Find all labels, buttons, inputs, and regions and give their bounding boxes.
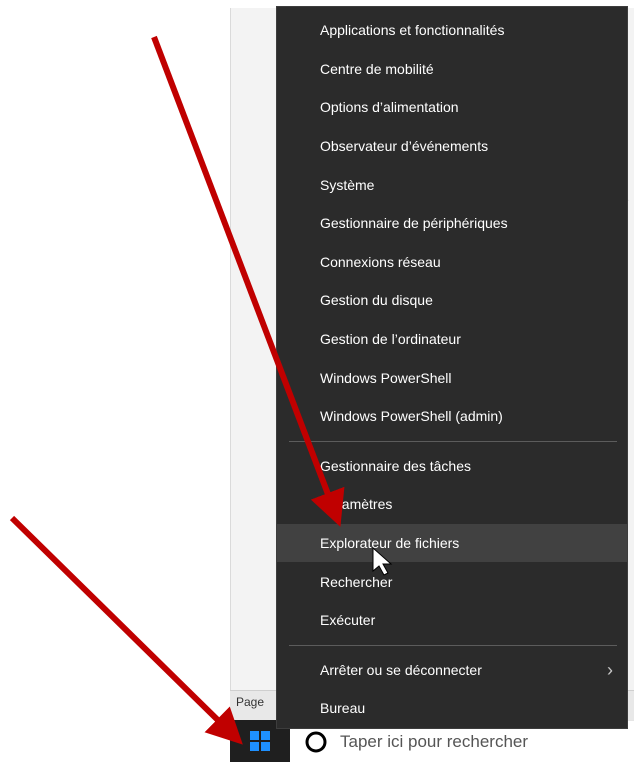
menu-item-label: Système: [320, 176, 375, 193]
menu-item-label: Gestion de l’ordinateur: [320, 331, 461, 348]
menu-item-event-viewer[interactable]: Observateur d’événements: [277, 127, 627, 166]
menu-item-label: Exécuter: [320, 612, 376, 629]
menu-item-powershell[interactable]: Windows PowerShell: [277, 358, 627, 397]
menu-item-label: Bureau: [320, 700, 366, 717]
menu-item-system[interactable]: Système: [277, 165, 627, 204]
menu-item-label: Paramètres: [320, 496, 393, 513]
menu-item-disk-management[interactable]: Gestion du disque: [277, 281, 627, 320]
status-page-label: Page: [236, 695, 265, 709]
menu-item-label: Centre de mobilité: [320, 60, 434, 77]
menu-item-task-manager[interactable]: Gestionnaire des tâches: [277, 447, 627, 486]
menu-item-search[interactable]: Rechercher: [277, 562, 627, 601]
menu-item-label: Gestionnaire des tâches: [320, 457, 471, 474]
chevron-right-icon: ›: [607, 659, 613, 680]
windows-logo-icon: [250, 731, 270, 751]
menu-item-device-manager[interactable]: Gestionnaire de périphériques: [277, 204, 627, 243]
menu-item-file-explorer[interactable]: Explorateur de fichiers: [277, 523, 627, 563]
search-placeholder: Taper ici pour rechercher: [340, 731, 529, 751]
menu-item-apps-features[interactable]: Applications et fonctionnalités: [277, 11, 627, 50]
menu-item-label: Gestion du disque: [320, 292, 433, 309]
menu-item-settings[interactable]: Paramètres: [277, 485, 627, 524]
power-user-context-menu: Applications et fonctionnalités Centre d…: [276, 6, 628, 729]
menu-item-shutdown-signout[interactable]: Arrêter ou se déconnecter ›: [277, 651, 627, 690]
menu-item-label: Applications et fonctionnalités: [320, 22, 505, 39]
menu-item-desktop[interactable]: Bureau: [277, 689, 627, 728]
menu-item-powershell-admin[interactable]: Windows PowerShell (admin): [277, 397, 627, 436]
menu-item-computer-management[interactable]: Gestion de l’ordinateur: [277, 320, 627, 359]
menu-item-label: Rechercher: [320, 573, 393, 590]
menu-separator: [289, 440, 617, 442]
search-circle-icon: [305, 731, 327, 752]
menu-item-network-connections[interactable]: Connexions réseau: [277, 243, 627, 282]
menu-item-label: Windows PowerShell (admin): [320, 408, 503, 425]
menu-item-label: Options d’alimentation: [320, 99, 459, 116]
menu-item-label: Windows PowerShell: [320, 369, 452, 386]
menu-item-label: Observateur d’événements: [320, 138, 489, 155]
desktop-area: [0, 0, 230, 762]
menu-item-label: Explorateur de fichiers: [320, 535, 460, 552]
menu-item-run[interactable]: Exécuter: [277, 601, 627, 640]
menu-separator: [289, 644, 617, 646]
menu-item-power-options[interactable]: Options d’alimentation: [277, 88, 627, 127]
menu-item-mobility-center[interactable]: Centre de mobilité: [277, 50, 627, 89]
menu-item-label: Connexions réseau: [320, 253, 441, 270]
menu-item-label: Gestionnaire de périphériques: [320, 215, 508, 232]
menu-item-label: Arrêter ou se déconnecter: [320, 661, 482, 678]
